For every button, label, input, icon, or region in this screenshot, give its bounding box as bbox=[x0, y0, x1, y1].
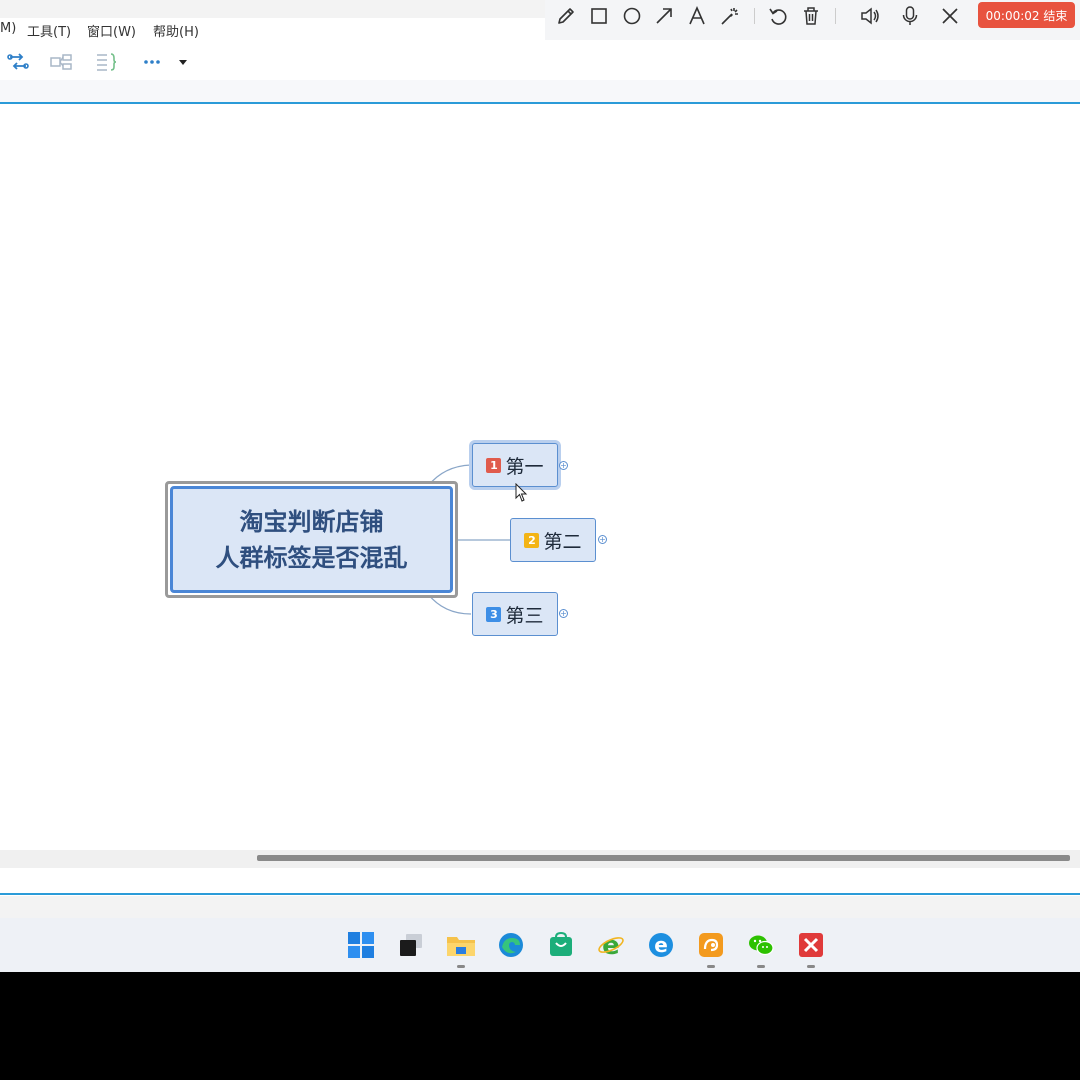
svg-text:e: e bbox=[654, 933, 668, 957]
close-icon[interactable] bbox=[937, 4, 963, 28]
ellipse-icon[interactable] bbox=[619, 4, 645, 28]
undo-icon[interactable] bbox=[765, 4, 791, 28]
menu-bar-strip bbox=[0, 0, 545, 18]
priority-1-icon: 1 bbox=[486, 457, 502, 473]
more-icon[interactable] bbox=[139, 51, 165, 73]
magic-wand-icon[interactable] bbox=[717, 4, 743, 28]
status-area bbox=[0, 868, 1080, 893]
edge-legacy-icon[interactable]: e bbox=[646, 930, 676, 960]
rectangle-icon[interactable] bbox=[586, 4, 612, 28]
central-topic-line-2: 人群标签是否混乱 bbox=[215, 543, 408, 572]
running-indicator bbox=[457, 965, 465, 968]
ie-browser-icon[interactable]: e bbox=[596, 930, 626, 960]
running-indicator bbox=[757, 965, 765, 968]
taskbar bbox=[0, 918, 1080, 972]
windows-start-icon[interactable] bbox=[346, 930, 376, 960]
priority-2-icon: 2 bbox=[524, 532, 540, 548]
topic-label: 第三 bbox=[505, 604, 544, 627]
toolbar-divider bbox=[754, 8, 755, 24]
boundary-icon[interactable] bbox=[93, 51, 119, 73]
menu-item-tools[interactable]: 工具(T) bbox=[27, 21, 71, 40]
svg-text:e: e bbox=[602, 931, 620, 959]
xmind-icon[interactable] bbox=[796, 930, 826, 960]
toolbar-band bbox=[0, 80, 1080, 102]
expand-icon[interactable]: + bbox=[559, 461, 568, 470]
text-icon[interactable] bbox=[684, 4, 710, 28]
running-indicator bbox=[807, 965, 815, 968]
edge-icon[interactable] bbox=[496, 930, 526, 960]
relationship-icon[interactable] bbox=[5, 51, 31, 73]
topic-label: 第二 bbox=[543, 530, 582, 553]
store-icon[interactable] bbox=[546, 930, 576, 960]
topic-second[interactable]: 2 第二 bbox=[510, 518, 596, 562]
summary-icon[interactable] bbox=[48, 51, 74, 73]
topic-label: 第一 bbox=[505, 455, 544, 478]
file-explorer-icon[interactable] bbox=[446, 930, 476, 960]
wechat-icon[interactable] bbox=[746, 930, 776, 960]
expand-icon[interactable]: + bbox=[598, 535, 607, 544]
stop-recording-button[interactable]: 00:00:02 结束 bbox=[978, 2, 1075, 28]
letterbox-bar bbox=[0, 972, 1080, 1080]
screen: M) 工具(T) 窗口(W) 帮助(H) 00:00:02 结束 淘宝判断店铺 … bbox=[0, 0, 1080, 972]
scrollbar-thumb[interactable] bbox=[257, 855, 1070, 861]
menu-item-window[interactable]: 窗口(W) bbox=[87, 21, 136, 40]
speaker-icon[interactable] bbox=[857, 4, 883, 28]
menu-item-partial[interactable]: M) bbox=[0, 21, 16, 36]
panel-band bbox=[0, 896, 1080, 918]
uc-browser-icon[interactable] bbox=[696, 930, 726, 960]
pencil-icon[interactable] bbox=[553, 4, 579, 28]
topic-first[interactable]: 1 第一 bbox=[472, 443, 558, 487]
dropdown-arrow-icon[interactable] bbox=[170, 51, 196, 73]
central-topic[interactable]: 淘宝判断店铺 人群标签是否混乱 bbox=[170, 486, 453, 593]
recording-toolbar: 00:00:02 结束 bbox=[545, 0, 1080, 40]
running-indicator bbox=[707, 965, 715, 968]
divider-line bbox=[0, 893, 1080, 895]
task-view-icon[interactable] bbox=[396, 930, 426, 960]
mouse-cursor-icon bbox=[515, 483, 528, 502]
delete-icon[interactable] bbox=[798, 4, 824, 28]
priority-3-icon: 3 bbox=[486, 606, 502, 622]
menu-item-help[interactable]: 帮助(H) bbox=[153, 21, 199, 40]
expand-icon[interactable]: + bbox=[559, 609, 568, 618]
arrow-icon[interactable] bbox=[651, 4, 677, 28]
toolbar-divider bbox=[835, 8, 836, 24]
central-topic-line-1: 淘宝判断店铺 bbox=[239, 507, 384, 536]
microphone-icon[interactable] bbox=[897, 4, 923, 28]
topic-third[interactable]: 3 第三 bbox=[472, 592, 558, 636]
